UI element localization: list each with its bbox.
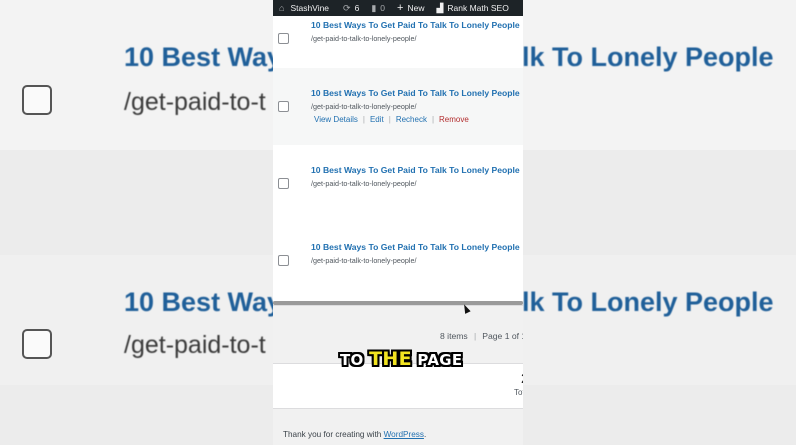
summary-label: Tot bbox=[514, 388, 523, 397]
bg-title-right-top: lk To Lonely People bbox=[522, 42, 774, 72]
wordpress-link[interactable]: WordPress bbox=[384, 430, 424, 439]
row-slug: /get-paid-to-talk-to-lonely-people/ bbox=[311, 179, 417, 188]
admin-footer: Thank you for creating with WordPress. bbox=[273, 408, 523, 445]
page-indicator: | Page 1 of 1 bbox=[474, 331, 523, 341]
footer-period: . bbox=[423, 430, 427, 439]
summary-value: 2 bbox=[521, 370, 523, 386]
separator: | bbox=[362, 115, 365, 124]
video-caption: TO THE PAGE bbox=[340, 348, 462, 370]
row-checkbox[interactable] bbox=[278, 33, 289, 44]
separator: | bbox=[431, 115, 435, 124]
comments-link[interactable]: ▮ 0 bbox=[371, 3, 385, 14]
bg-slug-top: /get-paid-to-t bbox=[124, 88, 266, 116]
edit-link[interactable]: Edit bbox=[370, 115, 384, 124]
site-name-link[interactable]: StashVine bbox=[290, 3, 329, 13]
phone-screen: ⌂ StashVine ⟳ 6 ▮ 0 + New ▟ Rank Math SEO 10… bbox=[273, 0, 523, 445]
chart-icon: ▟ bbox=[436, 2, 444, 13]
updates-link[interactable]: ⟳ 6 bbox=[343, 3, 359, 14]
recheck-link[interactable]: Recheck bbox=[396, 115, 427, 124]
caption-word: PAGE bbox=[417, 351, 463, 369]
table-row: 10 Best Ways To Get Paid To Talk To Lone… bbox=[273, 222, 523, 302]
row-slug: /get-paid-to-talk-to-lonely-people/ bbox=[311, 256, 417, 265]
bg-title-left-bottom: 10 Best Way bbox=[124, 287, 283, 317]
separator: | bbox=[388, 115, 391, 124]
row-slug: /get-paid-to-talk-to-lonely-people/ bbox=[311, 102, 417, 111]
remove-link[interactable]: Remove bbox=[439, 115, 469, 124]
table-row: 10 Best Ways To Get Paid To Talk To Lone… bbox=[273, 68, 523, 146]
page-label: Page 1 of 1 bbox=[482, 331, 523, 341]
home-icon: ⌂ bbox=[279, 3, 285, 13]
admin-bar: ⌂ StashVine ⟳ 6 ▮ 0 + New ▟ Rank Math SEO bbox=[273, 0, 523, 16]
row-title-link[interactable]: 10 Best Ways To Get Paid To Talk To Lone… bbox=[311, 165, 520, 175]
row-slug: /get-paid-to-talk-to-lonely-people/ bbox=[311, 34, 417, 43]
new-content-link[interactable]: + New bbox=[397, 2, 424, 14]
row-title-link[interactable]: 10 Best Ways To Get Paid To Talk To Lone… bbox=[311, 88, 520, 98]
caption-word-highlight: THE bbox=[369, 348, 412, 370]
bg-checkbox-bottom bbox=[22, 329, 52, 359]
row-checkbox[interactable] bbox=[278, 255, 289, 266]
bg-title-right-bottom: lk To Lonely People bbox=[522, 287, 774, 317]
row-checkbox[interactable] bbox=[278, 101, 289, 112]
footer-text: Thank you for creating with WordPress. bbox=[283, 430, 426, 439]
comments-count: 0 bbox=[380, 3, 386, 13]
bg-title-left-top: 10 Best Way bbox=[124, 42, 283, 72]
updates-count: 6 bbox=[354, 3, 360, 13]
new-label: New bbox=[407, 3, 425, 13]
row-checkbox[interactable] bbox=[278, 178, 289, 189]
separator: | bbox=[474, 331, 477, 341]
row-title-link[interactable]: 10 Best Ways To Get Paid To Talk To Lone… bbox=[311, 242, 520, 252]
bg-slug-bottom: /get-paid-to-t bbox=[124, 331, 266, 359]
table-row: 10 Best Ways To Get Paid To Talk To Lone… bbox=[273, 145, 523, 223]
footer-thanks: Thank you for creating with bbox=[283, 430, 382, 439]
caption-word: TO bbox=[340, 351, 364, 369]
view-details-link[interactable]: View Details bbox=[314, 115, 358, 124]
items-count: 8 items bbox=[440, 331, 468, 341]
row-title-link[interactable]: 10 Best Ways To Get Paid To Talk To Lone… bbox=[311, 20, 520, 30]
table-row: 10 Best Ways To Get Paid To Talk To Lone… bbox=[273, 16, 523, 69]
wp-logo[interactable]: ⌂ bbox=[279, 3, 288, 13]
seo-label: Rank Math SEO bbox=[447, 3, 509, 13]
plus-icon: + bbox=[397, 2, 404, 14]
row-actions: View Details | Edit | Recheck | Remove bbox=[314, 115, 469, 124]
updates-icon: ⟳ bbox=[343, 2, 351, 13]
bg-checkbox-top bbox=[22, 85, 52, 115]
comment-icon: ▮ bbox=[371, 2, 377, 13]
rank-math-link[interactable]: ▟ Rank Math SEO bbox=[436, 3, 508, 14]
